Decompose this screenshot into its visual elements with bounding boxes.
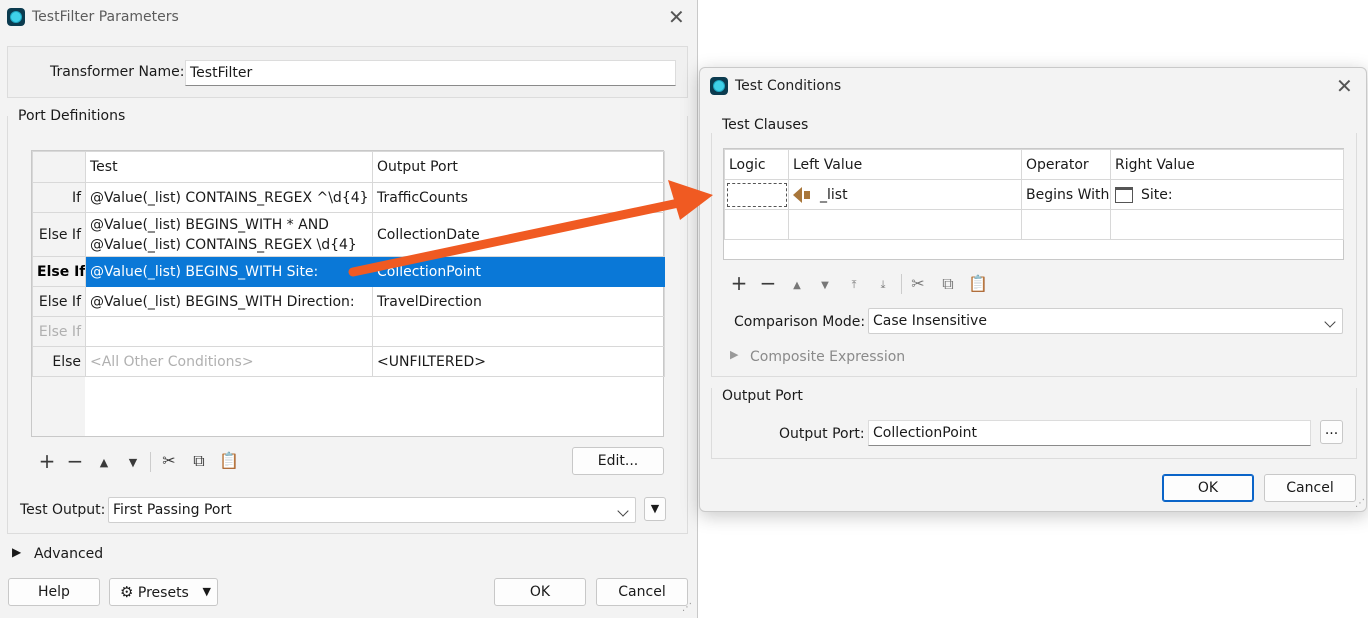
arrow-shaft (348, 196, 693, 277)
annotation-arrow (348, 180, 713, 277)
arrow-head (668, 180, 713, 220)
